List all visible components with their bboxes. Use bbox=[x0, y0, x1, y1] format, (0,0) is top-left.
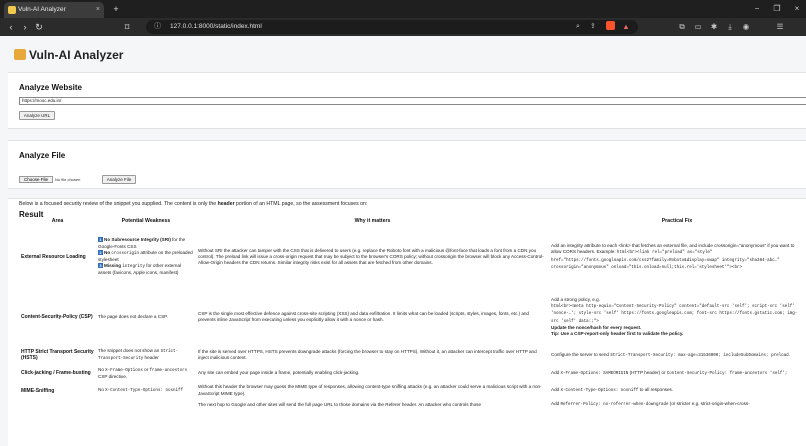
analyze-url-button[interactable]: Analyze URL bbox=[19, 111, 55, 120]
close-window-icon[interactable]: × bbox=[788, 0, 806, 18]
analyze-file-heading: Analyze File bbox=[19, 151, 66, 160]
browser-tab[interactable]: Vuln-AI Analyzer × bbox=[4, 2, 104, 18]
result-intro: Below is a focused security review of th… bbox=[19, 201, 368, 207]
analyze-website-heading: Analyze Website bbox=[19, 83, 82, 92]
weakness-cell bbox=[96, 399, 196, 411]
table-header-row: Area Potential Weakness Why it matters P… bbox=[19, 216, 805, 226]
back-icon[interactable]: ‹ bbox=[4, 18, 18, 36]
weakness-cell: No X-Frame-Options or frame-ancestors CS… bbox=[98, 366, 188, 379]
analyze-website-card: Analyze Website https://mooc.edu.in/ Ana… bbox=[8, 72, 806, 129]
area-cell: Content-Security-Policy (CSP) bbox=[21, 313, 93, 320]
fix-cell: Add a strong policy, e.g. html<br><meta h… bbox=[551, 296, 798, 336]
table-row: MIME-Sniffing No X-Content-Type-Options:… bbox=[19, 382, 805, 398]
browser-toolbar: ‹ › ↻ ⌑ ⓘ 127.0.0.1:8000/static/index.ht… bbox=[0, 18, 806, 36]
address-bar[interactable]: ⓘ 127.0.0.1:8000/static/index.html ⌕ ⇪ bbox=[146, 20, 638, 34]
site-info-icon[interactable]: ⓘ bbox=[154, 20, 161, 34]
column-header-why: Why it matters bbox=[354, 218, 391, 224]
table-row: HTTP Strict Transport Security (HSTS) Th… bbox=[19, 346, 805, 364]
share-icon[interactable]: ⇪ bbox=[590, 20, 596, 34]
area-cell bbox=[19, 399, 96, 411]
wallet-icon[interactable]: ▭ bbox=[692, 18, 704, 36]
why-cell: Any site can embed your page inside a fr… bbox=[198, 370, 360, 376]
rewards-icon[interactable]: ▲ bbox=[620, 18, 632, 36]
forward-icon[interactable]: › bbox=[18, 18, 32, 36]
profile-icon[interactable]: ◉ bbox=[740, 18, 752, 36]
column-header-fix: Practical Fix bbox=[661, 218, 693, 224]
app-favicon-icon bbox=[8, 6, 16, 14]
menu-icon[interactable]: ☰ bbox=[774, 18, 786, 36]
why-cell: If the site is served over HTTPS, HSTS p… bbox=[198, 349, 537, 361]
extensions-icon[interactable]: ✱ bbox=[708, 18, 720, 36]
analyze-file-button[interactable]: Analyze File bbox=[102, 175, 136, 184]
area-cell: Click-jacking / Frame-busting bbox=[21, 370, 91, 377]
address-bar-url: 127.0.0.1:8000/static/index.html bbox=[170, 23, 262, 30]
result-table: Area Potential Weakness Why it matters P… bbox=[19, 216, 805, 411]
area-cell: HTTP Strict Transport Security (HSTS) bbox=[21, 349, 94, 362]
why-cell: Without SRI the attacker can tamper with… bbox=[198, 247, 544, 266]
page-title: Vuln-AI Analyzer bbox=[14, 48, 123, 62]
weakness-cell: The page does not declare a CSP. bbox=[98, 313, 168, 319]
table-row: The next hop to Google and other sites w… bbox=[19, 399, 805, 411]
app-logo-icon bbox=[14, 49, 26, 60]
no-file-chosen-label: No file chosen bbox=[55, 177, 81, 182]
why-cell: CSP is the single most effective defence… bbox=[198, 310, 529, 322]
url-input[interactable]: https://mooc.edu.in/ bbox=[19, 97, 806, 105]
fix-cell: Add X-Frame-Options: SAMEORIGIN (HTTP he… bbox=[551, 369, 788, 376]
minimize-icon[interactable]: − bbox=[748, 0, 766, 18]
area-cell: External Resource Loading bbox=[21, 253, 86, 260]
table-row: Click-jacking / Frame-busting No X-Frame… bbox=[19, 364, 805, 382]
why-cell: The next hop to Google and other sites w… bbox=[198, 401, 482, 407]
brave-shield-icon[interactable] bbox=[606, 21, 615, 30]
choose-file-button[interactable]: Choose File bbox=[19, 176, 53, 183]
area-cell: MIME-Sniffing bbox=[21, 387, 55, 394]
reload-icon[interactable]: ↻ bbox=[32, 18, 46, 36]
new-tab-button[interactable]: + bbox=[110, 2, 122, 16]
weakness-cell: The snippet does not show an Strict-Tran… bbox=[98, 348, 179, 362]
column-header-area: Area bbox=[51, 218, 64, 224]
weakness-cell: No X-Content-Type-Options: nosniff bbox=[98, 387, 184, 393]
fix-cell: Add Referrer-Policy: no-referrer-when-do… bbox=[551, 401, 750, 408]
fix-cell: Configure the server to send Strict-Tran… bbox=[551, 351, 790, 358]
fix-cell: Add an integrity attribute to each <link… bbox=[551, 243, 795, 270]
maximize-icon[interactable]: ❐ bbox=[768, 0, 786, 18]
why-cell: Without this header the browser may gues… bbox=[198, 384, 542, 396]
column-header-weakness: Potential Weakness bbox=[121, 218, 171, 224]
downloads-icon[interactable]: ⤓ bbox=[724, 18, 736, 36]
zoom-icon[interactable]: ⌕ bbox=[576, 20, 580, 34]
bookmark-icon[interactable]: ⌑ bbox=[120, 18, 134, 36]
fix-cell: Add X-Content-Type-Options: nosniff to a… bbox=[551, 387, 674, 393]
browser-tab-bar: Vuln-AI Analyzer × + − ❐ × bbox=[0, 0, 806, 18]
analyze-file-card: Analyze File Choose File No file chosen … bbox=[8, 140, 806, 189]
table-row: Content-Security-Policy (CSP) The page d… bbox=[19, 288, 805, 346]
tab-title: Vuln-AI Analyzer bbox=[18, 6, 66, 13]
tab-close-icon[interactable]: × bbox=[96, 2, 100, 18]
table-row: External Resource Loading 1 No Subresourc… bbox=[19, 226, 805, 288]
sidebar-icon[interactable]: ⧉ bbox=[676, 18, 688, 36]
weakness-cell: 1 No Subresource Integrity (SRI) for the … bbox=[98, 237, 193, 276]
